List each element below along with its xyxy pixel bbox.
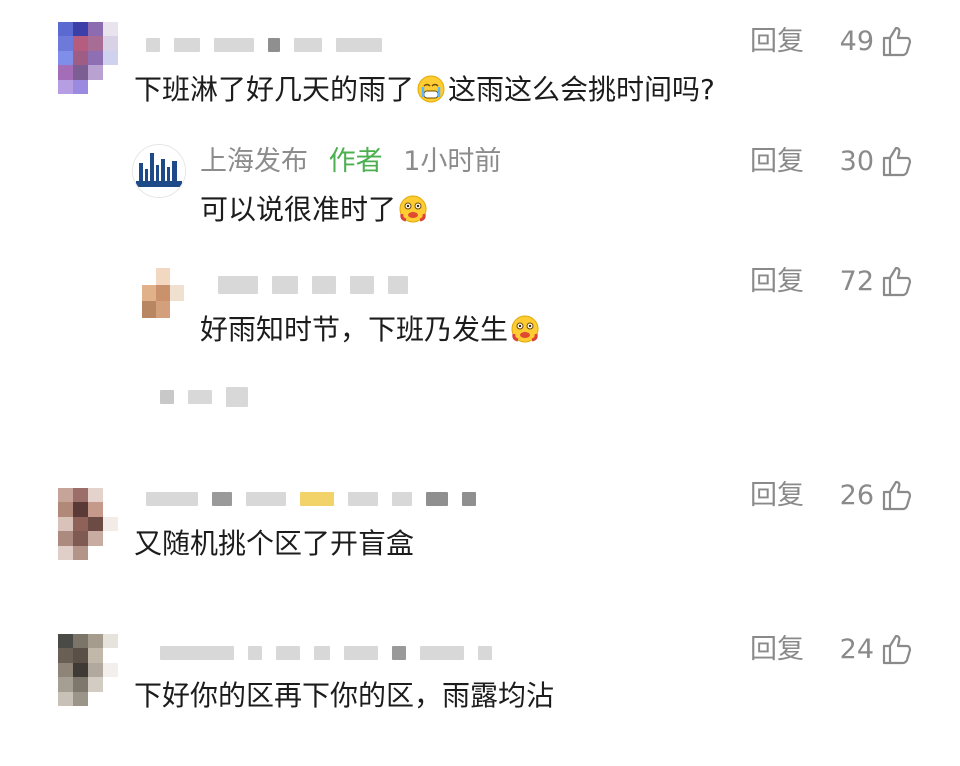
comment-item: 回复 24 下好你的区再下你的区，雨露均沾 bbox=[0, 620, 960, 750]
thumbs-up-icon[interactable] bbox=[880, 478, 914, 512]
avatar[interactable] bbox=[58, 488, 118, 560]
shanghai-logo-icon bbox=[133, 145, 185, 197]
reply-button[interactable]: 回复 bbox=[750, 264, 804, 300]
username-blurred[interactable] bbox=[160, 642, 506, 664]
comment-text: 好雨知时节，下班乃发生 bbox=[200, 312, 542, 348]
comment-text: 下好你的区再下你的区，雨露均沾 bbox=[134, 679, 555, 712]
reply-button[interactable]: 回复 bbox=[750, 632, 804, 668]
reply-item: 回复 72 好雨知时节，下班乃发生 bbox=[0, 250, 960, 450]
comment-text: 下班淋了好几天的雨了 这雨这么会挑时间吗? bbox=[134, 73, 715, 106]
comment-text: 可以说很准时了 bbox=[200, 192, 430, 228]
reply-button[interactable]: 回复 bbox=[750, 478, 804, 514]
avatar[interactable] bbox=[58, 22, 118, 94]
like-count: 49 bbox=[839, 26, 874, 57]
thumbs-up-icon[interactable] bbox=[880, 144, 914, 178]
crying-emoji-icon bbox=[416, 74, 446, 104]
author-badge: 作者 bbox=[328, 146, 383, 177]
username-blurred[interactable] bbox=[218, 274, 422, 296]
smirk-emoji-icon bbox=[510, 314, 540, 344]
thumbs-up-icon[interactable] bbox=[880, 24, 914, 58]
smirk-emoji-icon bbox=[398, 194, 428, 224]
like-count: 26 bbox=[839, 480, 874, 511]
view-more-blurred[interactable] bbox=[160, 386, 262, 408]
like-count: 30 bbox=[839, 146, 874, 177]
author-header: 上海发布 作者 1小时前 bbox=[200, 144, 501, 180]
author-avatar[interactable] bbox=[132, 144, 186, 198]
username-blurred[interactable] bbox=[146, 488, 490, 510]
author-reply-item: 上海发布 作者 1小时前 回复 30 可以说很准时了 bbox=[0, 130, 960, 250]
comment-item: 回复 49 下班淋了好几天的雨了 这雨这么会挑时间吗? bbox=[0, 0, 960, 130]
reply-button[interactable]: 回复 bbox=[750, 144, 804, 180]
like-count: 24 bbox=[839, 634, 874, 665]
avatar[interactable] bbox=[142, 268, 184, 318]
thumbs-up-icon[interactable] bbox=[880, 264, 914, 298]
avatar[interactable] bbox=[58, 634, 118, 706]
username-blurred[interactable] bbox=[146, 34, 396, 56]
author-name[interactable]: 上海发布 bbox=[200, 146, 308, 177]
reply-button[interactable]: 回复 bbox=[750, 24, 804, 60]
comment-item: 回复 26 又随机挑个区了开盲盒 bbox=[0, 470, 960, 600]
thumbs-up-icon[interactable] bbox=[880, 632, 914, 666]
comment-time: 1小时前 bbox=[403, 146, 502, 177]
comment-text: 又随机挑个区了开盲盒 bbox=[134, 527, 415, 560]
like-count: 72 bbox=[839, 266, 874, 297]
